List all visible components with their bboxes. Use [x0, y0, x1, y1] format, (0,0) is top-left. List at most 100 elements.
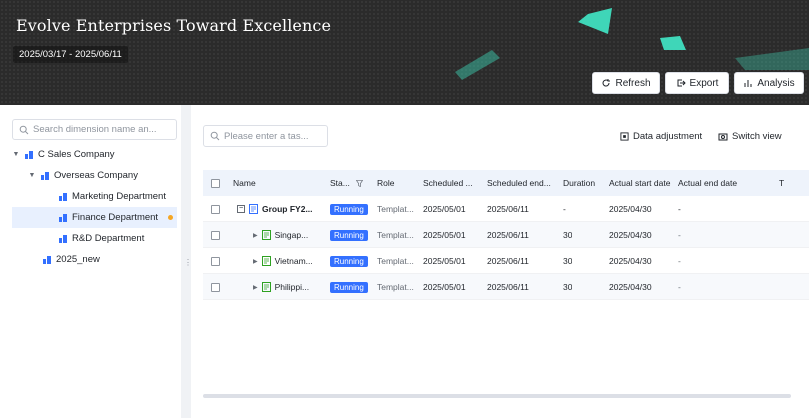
row-status-cell: Running	[330, 222, 368, 248]
tree-item-marketing-department[interactable]: Marketing Department	[12, 186, 177, 207]
column-header-name[interactable]: Name	[233, 170, 323, 196]
tree-item-finance-department[interactable]: Finance Department	[12, 207, 177, 228]
expand-arrow-icon[interactable]: ▶	[253, 284, 258, 291]
task-icon	[261, 230, 271, 240]
tree-item-overseas-company[interactable]: ▼ Overseas Company	[28, 165, 177, 186]
org-icon	[59, 234, 67, 243]
row-actual-end: -	[678, 204, 681, 214]
notification-dot	[168, 215, 173, 220]
table-row[interactable]: ▶ Singap... Running Templat... 2025/05/0…	[203, 222, 809, 248]
column-header-actual-end[interactable]: Actual end date	[678, 170, 744, 196]
row-duration: -	[563, 204, 566, 214]
analysis-button[interactable]: Analysis	[734, 72, 804, 94]
column-header-duration[interactable]: Duration	[563, 170, 603, 196]
row-checkbox[interactable]	[211, 230, 220, 240]
export-icon	[677, 79, 686, 87]
refresh-label: Refresh	[615, 77, 651, 89]
filter-icon[interactable]	[355, 179, 363, 187]
column-header-extra[interactable]: T	[779, 170, 789, 196]
page-header: Evolve Enterprises Toward Excellence 202…	[0, 0, 809, 105]
row-scheduled-start: 2025/05/01	[423, 230, 466, 240]
org-icon	[59, 192, 67, 201]
data-adjustment-label: Data adjustment	[633, 131, 703, 142]
expand-arrow-icon[interactable]: ▶	[253, 258, 258, 265]
dimension-sidebar: ▼ C Sales Company ▼ Overseas Company Mar…	[0, 105, 181, 418]
row-actual-start: 2025/04/30	[609, 256, 652, 266]
export-label: Export	[689, 77, 719, 89]
table-row[interactable]: − Group FY2... Running Templat... 2025/0…	[203, 196, 809, 222]
column-header-actual-start[interactable]: Actual start date	[609, 170, 675, 196]
data-adjustment-button[interactable]: Data adjustment	[620, 131, 702, 142]
row-duration: 30	[563, 230, 573, 240]
task-icon	[261, 256, 271, 266]
tree-item-rd-department[interactable]: R&D Department	[12, 228, 177, 249]
table-header: Name Sta... Role Scheduled ... Scheduled…	[203, 170, 809, 196]
tree-item-label: 2025_new	[56, 254, 100, 265]
row-role: Templat...	[377, 282, 414, 292]
row-actual-end: -	[678, 256, 681, 266]
status-badge: Running	[330, 229, 368, 241]
column-header-scheduled-end[interactable]: Scheduled end...	[487, 170, 557, 196]
camera-icon	[718, 133, 728, 141]
row-role: Templat...	[377, 230, 414, 240]
column-header-scheduled-start[interactable]: Scheduled ...	[423, 170, 481, 196]
bar-chart-icon	[744, 80, 752, 87]
column-header-status[interactable]: Sta...	[330, 170, 370, 196]
row-status-cell: Running	[330, 248, 368, 274]
table-row[interactable]: ▶ Philippi... Running Templat... 2025/05…	[203, 274, 809, 300]
caret-down-icon[interactable]: ▼	[12, 151, 20, 158]
task-search-input[interactable]	[224, 130, 324, 142]
status-badge: Running	[330, 255, 368, 267]
row-name-cell: − Group FY2...	[237, 196, 327, 222]
row-name-cell: ▶ Vietnam...	[253, 248, 328, 274]
row-scheduled-end: 2025/06/11	[487, 256, 529, 266]
collapse-icon[interactable]: −	[237, 205, 245, 213]
horizontal-scrollbar[interactable]	[203, 394, 791, 398]
row-duration: 30	[563, 282, 573, 292]
row-scheduled-end: 2025/06/11	[487, 282, 529, 292]
tree-item-2025-new[interactable]: 2025_new	[12, 249, 177, 270]
switch-view-button[interactable]: Switch view	[718, 131, 782, 142]
row-scheduled-start: 2025/05/01	[423, 204, 466, 214]
row-checkbox[interactable]	[211, 282, 220, 292]
row-name: Group FY2...	[262, 204, 313, 214]
row-role: Templat...	[377, 204, 414, 214]
row-select-cell	[211, 196, 220, 222]
row-role: Templat...	[377, 256, 414, 266]
row-actual-start: 2025/04/30	[609, 230, 652, 240]
row-actual-start: 2025/04/30	[609, 204, 652, 214]
tree-item-label: Marketing Department	[72, 191, 166, 202]
tree-item-label: R&D Department	[72, 233, 145, 244]
status-badge: Running	[330, 203, 368, 215]
row-checkbox[interactable]	[211, 204, 220, 214]
row-name-cell: ▶ Singap...	[253, 222, 328, 248]
export-button[interactable]: Export	[665, 72, 729, 94]
refresh-button[interactable]: Refresh	[592, 72, 660, 94]
dimension-search[interactable]	[12, 119, 177, 140]
task-table: Name Sta... Role Scheduled ... Scheduled…	[203, 170, 809, 395]
org-icon	[41, 171, 49, 180]
row-select-cell	[211, 274, 220, 300]
select-all-checkbox[interactable]	[211, 178, 220, 188]
task-panel: Data adjustment Switch view Name Sta... …	[191, 105, 809, 418]
row-actual-end: -	[678, 230, 681, 240]
row-status-cell: Running	[330, 274, 368, 300]
row-name-cell: ▶ Philippi...	[253, 274, 328, 300]
row-select-cell	[211, 222, 220, 248]
tree-item-label: C Sales Company	[38, 149, 115, 160]
tree-item-c-sales-company[interactable]: ▼ C Sales Company	[12, 144, 177, 165]
org-icon	[25, 150, 33, 159]
expand-arrow-icon[interactable]: ▶	[253, 232, 258, 239]
table-row[interactable]: ▶ Vietnam... Running Templat... 2025/05/…	[203, 248, 809, 274]
column-header-role[interactable]: Role	[377, 170, 419, 196]
caret-down-icon[interactable]: ▼	[28, 172, 36, 179]
task-icon	[261, 282, 271, 292]
row-name: Singap...	[274, 230, 309, 240]
task-search[interactable]	[203, 125, 328, 147]
switch-view-label: Switch view	[732, 131, 782, 142]
row-actual-end: -	[678, 282, 681, 292]
row-scheduled-start: 2025/05/01	[423, 256, 466, 266]
row-checkbox[interactable]	[211, 256, 220, 266]
dimension-search-input[interactable]	[33, 124, 173, 135]
select-all-cell	[211, 170, 220, 196]
